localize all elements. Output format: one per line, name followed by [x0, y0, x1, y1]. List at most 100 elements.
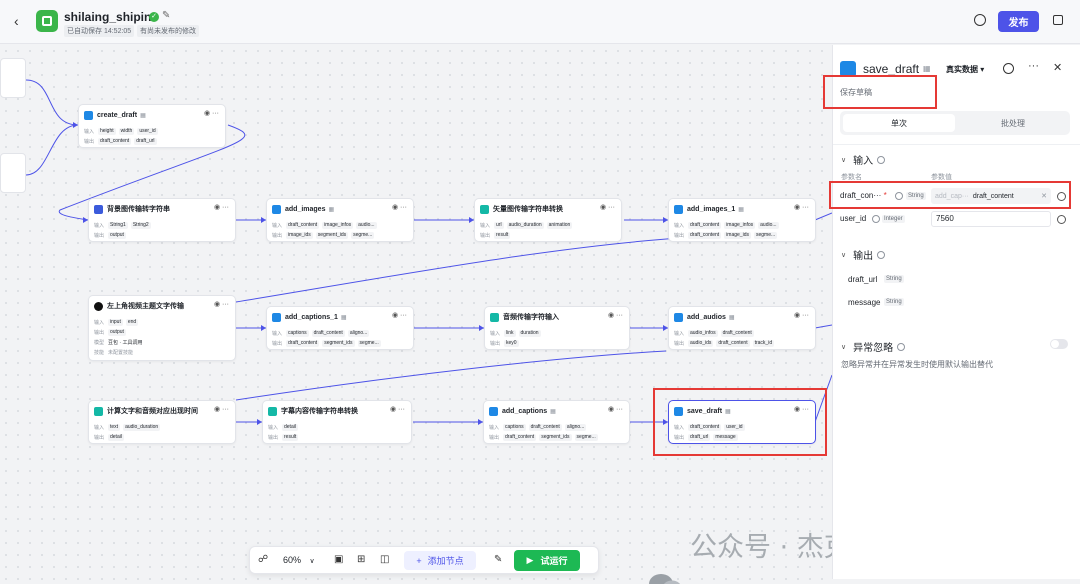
chevron-down-icon: ∨ — [841, 251, 847, 259]
param-chip: draft_content — [503, 433, 537, 441]
more-icon[interactable]: ··· — [1028, 60, 1039, 72]
node-top-left-text[interactable]: 左上角视频主题文字传输 ◉ ··· 输入 input end 输出 output 模型… — [88, 295, 236, 361]
node-actions-icon[interactable]: ◉ ··· — [214, 300, 229, 308]
node-calc-time[interactable]: 计算文字和音频对应出现时间 ◉ ··· 输入 text audio_duration… — [88, 400, 236, 444]
app-logo-icon — [36, 10, 58, 32]
node-actions-icon[interactable]: ◉ ··· — [392, 311, 407, 319]
node-title: 矢量图传输字符串转换 — [493, 206, 563, 213]
gear-icon[interactable] — [1057, 215, 1066, 224]
exception-ignore-toggle[interactable] — [1050, 339, 1068, 349]
user-id-input[interactable]: 7560 — [931, 211, 1051, 227]
code-icon — [94, 406, 103, 416]
publish-button[interactable]: 发布 — [998, 11, 1039, 32]
node-bg-image-str[interactable]: 背景图传输转字符串 ◉ ··· 输入 String1 String2 输出 outpu… — [88, 198, 236, 242]
param-chip: String1 — [108, 221, 128, 229]
watermark-text: 公众号 · 杰克船长的AIGC — [690, 532, 832, 563]
node-actions-icon[interactable]: ◉ ··· — [214, 405, 229, 413]
plugin-icon — [272, 312, 281, 322]
comment-icon[interactable]: ▣ — [334, 554, 343, 565]
node-actions-icon[interactable]: ◉ ··· — [214, 203, 229, 211]
row-label: 输出 — [490, 340, 501, 347]
tab-batch[interactable]: 批处理 — [958, 114, 1068, 132]
node-create-draft[interactable]: create_draft ▦ ◉ ··· 输入 height width user_id… — [78, 104, 226, 148]
panel-title: save_draft — [863, 62, 920, 76]
param-chip: segme... — [357, 339, 381, 347]
layout-icon[interactable]: ⊞ — [357, 554, 365, 565]
close-icon[interactable]: ✕ — [1053, 61, 1062, 74]
param-chip: aligno... — [564, 423, 587, 431]
node-actions-icon[interactable]: ◉ ··· — [608, 405, 623, 413]
plugin-badge-icon: ▦ — [140, 112, 146, 119]
zoom-select[interactable]: 60% ∨ — [278, 552, 324, 569]
param-chip: audio_duration — [123, 423, 161, 431]
param-chip: image_ids — [286, 231, 313, 239]
param-chip: draft_content — [528, 423, 562, 431]
edit-icon[interactable]: ✎ — [162, 10, 170, 21]
input-section-header[interactable]: ∨ 输入 — [841, 152, 886, 167]
tab-single[interactable]: 单次 — [843, 114, 955, 132]
row-label: 输出 — [94, 232, 105, 239]
bottom-toolbar: ☍ 60% ∨ ▣ ⊞ ◫ + 添加节点 ✎ ▶ 试运行 — [249, 546, 599, 574]
node-title: create_draft — [97, 111, 138, 119]
param-chip: detail — [108, 433, 124, 441]
exception-section-title: 异常忽略 — [853, 343, 894, 354]
node-title: add_images — [285, 205, 326, 213]
code-icon — [490, 312, 499, 322]
node-add-images-1[interactable]: add_images_1 ▦ ◉ ··· 输入 draft_content image… — [668, 198, 816, 242]
param-chip: draft_content — [688, 221, 722, 229]
tool-icon[interactable]: ✎ — [494, 554, 502, 565]
plugin-badge-icon: ▦ — [340, 314, 347, 321]
history-icon[interactable] — [974, 14, 986, 26]
node-add-captions-1[interactable]: add_captions_1 ▦ ◉ ··· 输入 captions draft_co… — [266, 306, 414, 350]
offscreen-node[interactable] — [0, 153, 26, 193]
param-chip: segme... — [753, 231, 778, 239]
exception-section-header[interactable]: ∨ 异常忽略 — [841, 339, 906, 354]
node-add-audios[interactable]: add_audios ▦ ◉ ··· 输入 audio_infos draft_con… — [668, 306, 816, 350]
workflow-canvas[interactable]: create_draft ▦ ◉ ··· 输入 height width user_id… — [0, 45, 832, 584]
node-actions-icon[interactable]: ◉ ··· — [204, 109, 219, 117]
code-icon — [268, 406, 277, 416]
param-chip: input — [108, 318, 123, 326]
minimap-icon[interactable]: ◫ — [380, 554, 389, 565]
node-title: 背景图传输转字符串 — [107, 206, 170, 213]
add-node-button[interactable]: + 添加节点 — [404, 551, 476, 570]
node-audio-str[interactable]: 音频传输字符输入 ◉ ··· 输入 link duration 输出 key0 — [484, 306, 630, 350]
param-chip: result — [282, 433, 299, 441]
exception-description: 忽略异常并在异常发生时使用默认输出替代 — [841, 360, 993, 369]
node-actions-icon[interactable]: ◉ ··· — [390, 405, 405, 413]
test-run-button[interactable]: ▶ 试运行 — [514, 550, 580, 571]
chevron-down-icon: ∨ — [841, 343, 847, 351]
back-arrow-icon[interactable]: ‹ — [14, 13, 19, 29]
node-vector-image-str[interactable]: 矢量图传输字符串转换 ◉ ··· 输入 url audio_duration anim… — [474, 198, 622, 242]
node-add-images[interactable]: add_images ▦ ◉ ··· 输入 draft_content image_i… — [266, 198, 414, 242]
row-label: 输入 — [489, 424, 500, 431]
node-actions-icon[interactable]: ◉ ··· — [608, 311, 623, 319]
node-add-captions[interactable]: add_captions ▦ ◉ ··· 输入 captions draft_cont… — [483, 400, 630, 444]
node-actions-icon[interactable]: ◉ ··· — [600, 203, 615, 211]
run-icon[interactable] — [1003, 63, 1014, 74]
zoom-level: 60% — [283, 555, 302, 565]
param-chip: animation — [546, 221, 573, 229]
data-mode-select[interactable]: 真实数据 ▾ — [946, 64, 984, 75]
offscreen-node[interactable] — [0, 58, 26, 98]
chevron-down-icon: ∨ — [309, 558, 315, 565]
param-chip: draft_content — [688, 231, 722, 239]
row-label: 输出 — [94, 329, 105, 336]
param-chip: output — [108, 328, 126, 336]
copy-icon[interactable] — [1053, 15, 1063, 25]
param-chip: segme... — [351, 231, 375, 239]
node-title: add_audios — [687, 313, 726, 321]
row-label: 输入 — [94, 424, 105, 431]
output-section-header[interactable]: ∨ 输出 — [841, 247, 886, 262]
node-actions-icon[interactable]: ◉ ··· — [794, 203, 809, 211]
add-node-label: 添加节点 — [427, 556, 464, 566]
mouse-mode-icon[interactable]: ☍ — [258, 554, 268, 565]
node-actions-icon[interactable]: ◉ ··· — [392, 203, 407, 211]
node-caption-str[interactable]: 字幕内容传输字符串转换 ◉ ··· 输入 detail 输出 result — [262, 400, 412, 444]
top-header: ‹ shilaing_shipin ✓ ✎ 已自动保存 14:52:05 有尚未… — [0, 0, 1080, 44]
node-actions-icon[interactable]: ◉ ··· — [794, 311, 809, 319]
input-section-title: 输入 — [853, 156, 874, 167]
row-label: 输出 — [674, 232, 685, 239]
param-chip: draft_url — [134, 137, 157, 145]
plus-icon: + — [416, 555, 422, 566]
